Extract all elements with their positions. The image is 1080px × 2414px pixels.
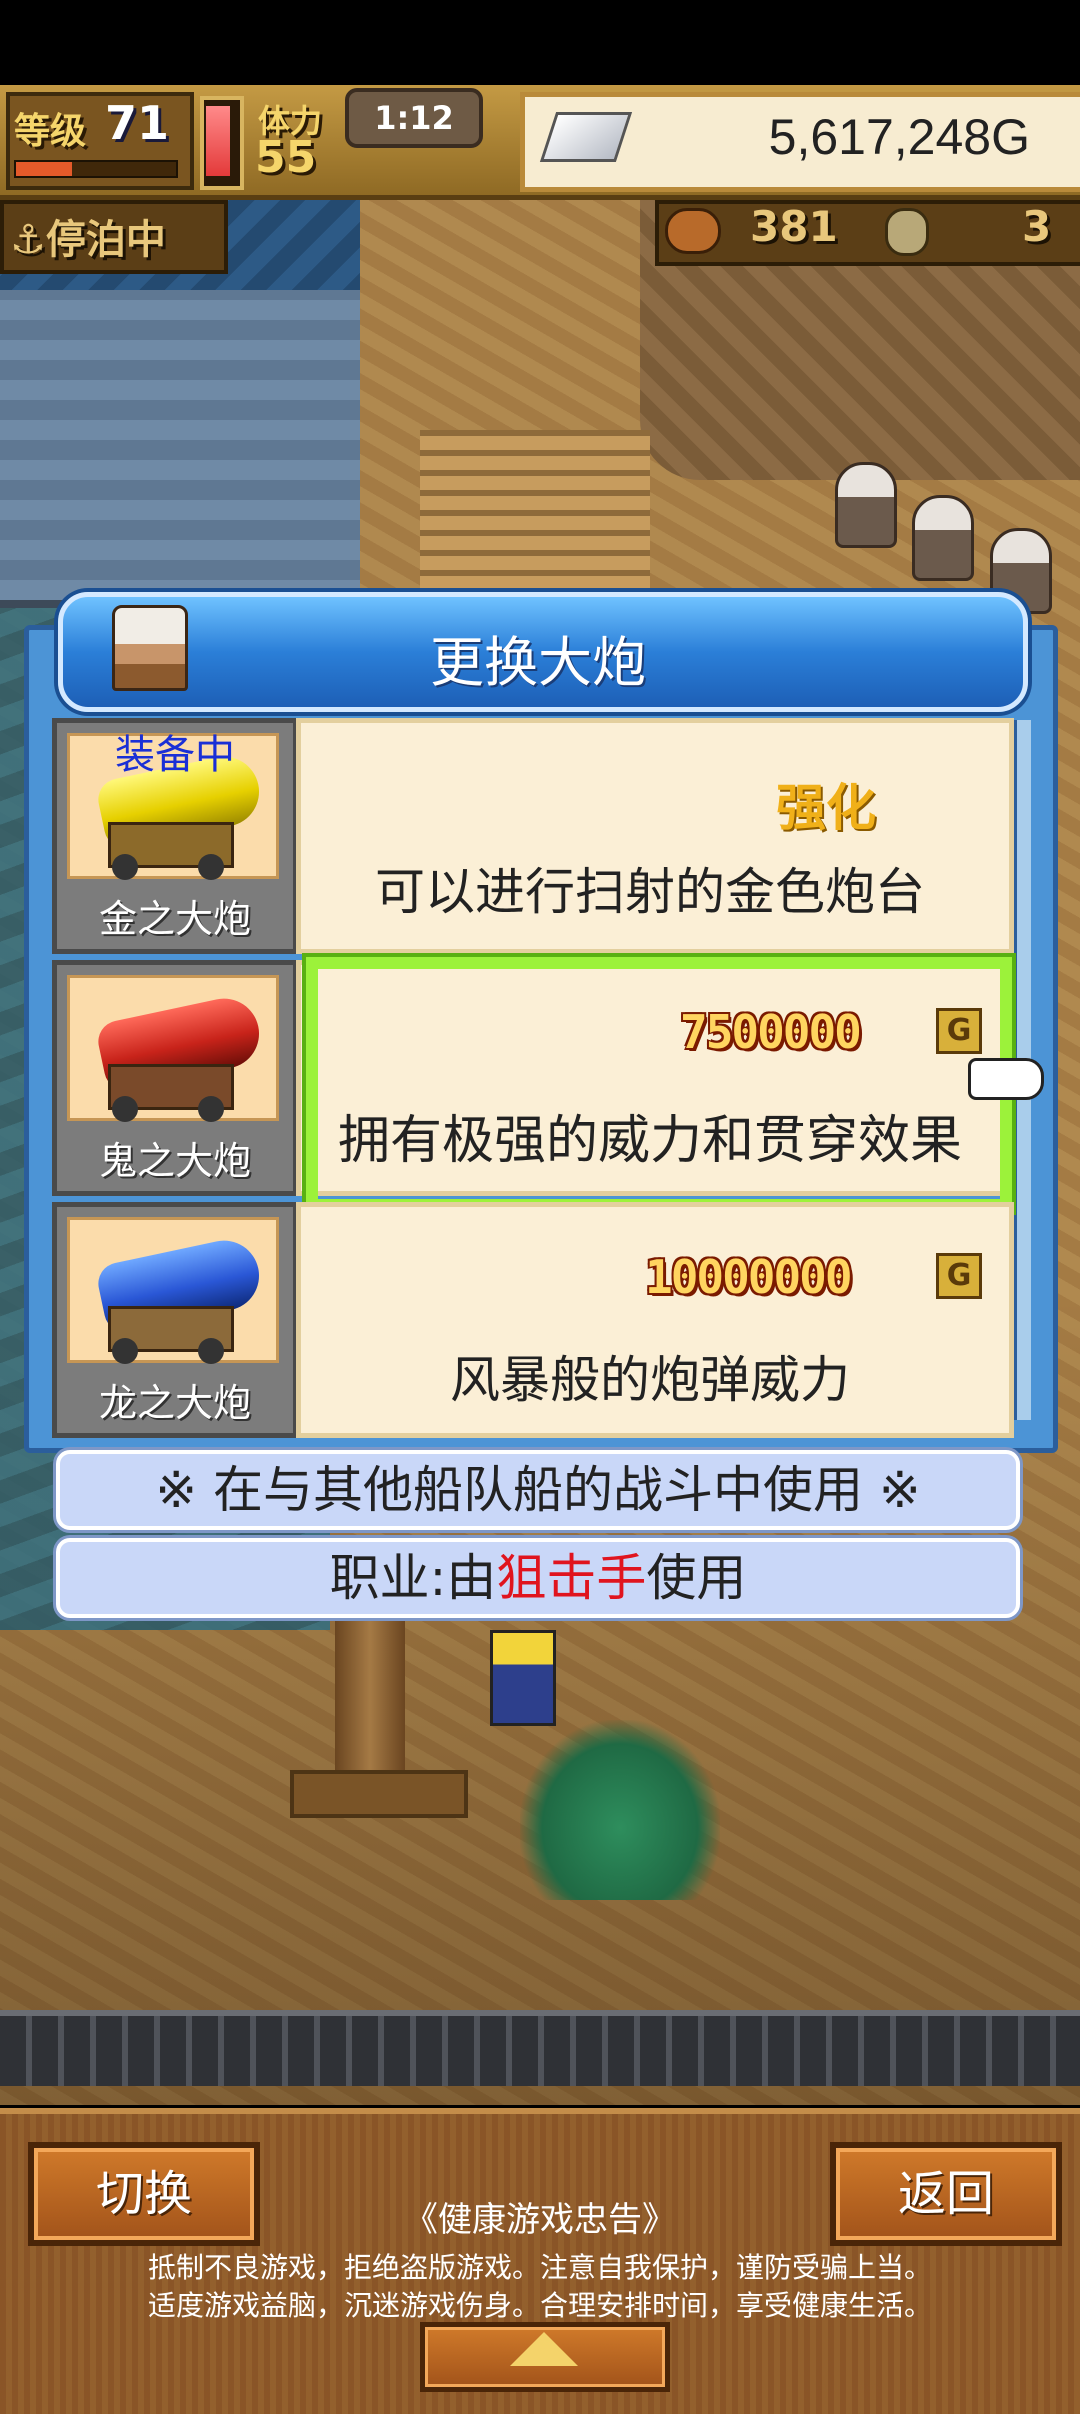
gold-currency-icon: G bbox=[936, 1253, 982, 1299]
health-notice-title: 《健康游戏忠告》 bbox=[404, 2200, 676, 2240]
crew-member bbox=[835, 462, 897, 548]
pointer-hand-icon bbox=[968, 1058, 1044, 1100]
ship-railing bbox=[0, 2010, 1080, 2086]
cannon-thumb-dragon[interactable]: 龙之大炮 bbox=[52, 1202, 298, 1438]
dialog-title: 更换大炮 bbox=[430, 631, 646, 694]
coin-icon bbox=[885, 208, 929, 256]
cannon-wheel bbox=[112, 1338, 138, 1364]
dragon-character bbox=[520, 1720, 720, 1900]
mast-base bbox=[290, 1770, 468, 1818]
cannon-thumb-demon[interactable]: 鬼之大炮 bbox=[52, 960, 298, 1196]
health-notice-line: 适度游戏益脑，沉迷游戏伤身。合理安排时间，享受健康生活。 bbox=[147, 2289, 932, 2322]
cannon-name: 龙之大炮 bbox=[98, 1381, 251, 1425]
crew-member bbox=[912, 495, 974, 581]
food-icon bbox=[665, 208, 721, 254]
level-label: 等级 bbox=[14, 111, 87, 152]
gold-amount: 5,617,248G bbox=[768, 109, 1030, 165]
cannon-wheel bbox=[198, 854, 224, 880]
cannon-wheel bbox=[198, 1338, 224, 1364]
upgrade-label[interactable]: 强化 bbox=[776, 768, 876, 840]
job-name: 狙击手 bbox=[496, 1549, 647, 1607]
harbor-building bbox=[0, 290, 360, 608]
job-suffix: 使用 bbox=[646, 1549, 747, 1607]
cannon-price: 10000000 bbox=[645, 1250, 853, 1304]
job-prefix: 职业:由 bbox=[329, 1549, 497, 1607]
cannon-wheel bbox=[112, 854, 138, 880]
level-progress-fill bbox=[16, 162, 72, 176]
gold-currency-icon: G bbox=[936, 1008, 982, 1054]
stamina-value: 55 bbox=[255, 132, 317, 183]
stamina-gauge-fill bbox=[206, 105, 230, 176]
cannon-name: 金之大炮 bbox=[98, 897, 251, 941]
cannon-wheel bbox=[112, 1096, 138, 1122]
thumb-frame bbox=[67, 975, 279, 1122]
cannon-wheel bbox=[198, 1096, 224, 1122]
cannon-description: 拥有极强的威力和贯穿效果 bbox=[337, 1111, 962, 1171]
cannon-price: 7500000 bbox=[680, 1005, 862, 1059]
job-requirement: 职业:由狙击手使用 bbox=[56, 1538, 1020, 1618]
stamina-timer: 1:12 bbox=[345, 88, 483, 148]
stairs bbox=[420, 430, 650, 610]
cannon-name: 鬼之大炮 bbox=[98, 1139, 251, 1183]
resource-value: 381 bbox=[750, 202, 838, 251]
arrow-up-icon bbox=[510, 2332, 578, 2366]
silver-bar-icon bbox=[539, 112, 633, 162]
equipped-label: 装备中 bbox=[115, 732, 235, 778]
cannon-description: 风暴般的炮弹威力 bbox=[450, 1351, 850, 1409]
health-notice-line: 抵制不良游戏，拒绝盗版游戏。注意自我保护，谨防受骗上当。 bbox=[147, 2251, 932, 2284]
level-value: 71 bbox=[105, 96, 170, 150]
thumb-frame bbox=[67, 1217, 279, 1364]
resource-value: 3 bbox=[1022, 202, 1052, 251]
player-character bbox=[490, 1630, 556, 1726]
docked-status: ⚓停泊中 bbox=[10, 217, 166, 263]
cannon-description: 可以进行扫射的金色炮台 bbox=[375, 863, 925, 921]
usage-note: ※ 在与其他船队船的战斗中使用 ※ bbox=[56, 1450, 1020, 1530]
